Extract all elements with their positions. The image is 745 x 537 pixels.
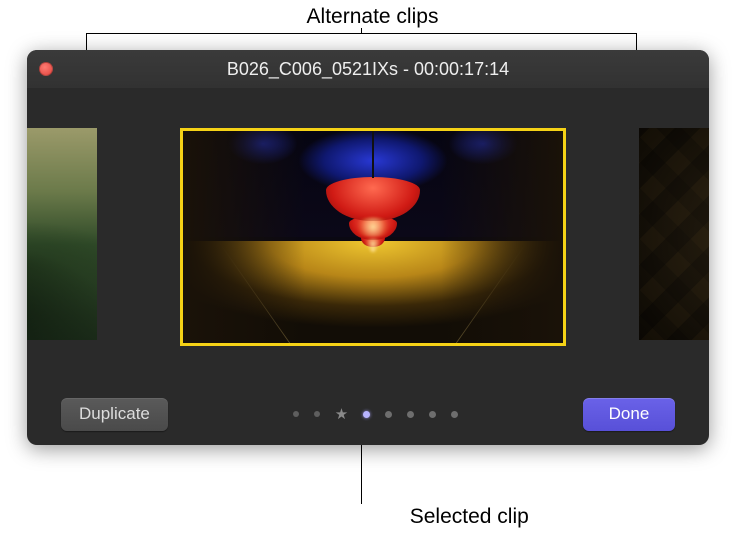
selected-clip[interactable] — [180, 128, 566, 346]
pager-dot[interactable] — [451, 411, 458, 418]
alternate-clip-left[interactable] — [27, 128, 97, 340]
pager-dot[interactable] — [314, 411, 320, 417]
pager-dot[interactable] — [385, 411, 392, 418]
clip-thumbnail — [183, 131, 563, 343]
thumb-lamp — [326, 177, 420, 221]
pager-dot[interactable] — [293, 411, 299, 417]
clip-page-indicator[interactable]: ★ — [293, 407, 458, 422]
clip-thumbnail — [27, 128, 97, 340]
alternate-clip-right[interactable] — [639, 128, 709, 340]
thumb-wall — [441, 131, 563, 343]
titlebar[interactable]: B026_C006_0521IXs - 00:00:17:14 — [27, 50, 709, 88]
clip-thumbnail — [639, 128, 709, 340]
done-button[interactable]: Done — [583, 398, 675, 431]
audition-window: B026_C006_0521IXs - 00:00:17:14 — [27, 50, 709, 445]
controls-bar: Duplicate ★ Done — [27, 383, 709, 445]
pager-dot[interactable] — [429, 411, 436, 418]
pager-dot-active[interactable] — [363, 411, 370, 418]
callout-selected-clip: Selected clip — [410, 505, 529, 529]
callout-line — [86, 33, 637, 34]
clips-filmstrip[interactable] — [27, 88, 709, 383]
duplicate-button[interactable]: Duplicate — [61, 398, 168, 431]
pager-favorite-icon[interactable]: ★ — [335, 407, 348, 422]
pager-dot[interactable] — [407, 411, 414, 418]
thumb-wall — [183, 131, 305, 343]
window-title: B026_C006_0521IXs - 00:00:17:14 — [27, 59, 709, 80]
callout-alternate-clips: Alternate clips — [307, 5, 439, 29]
close-icon[interactable] — [39, 62, 53, 76]
